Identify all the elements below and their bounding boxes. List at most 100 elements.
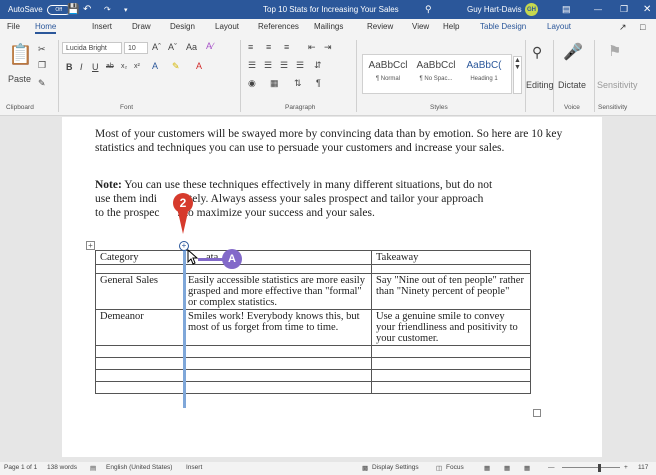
- tab-draw[interactable]: Draw: [132, 22, 151, 31]
- focus-mode[interactable]: Focus: [446, 464, 464, 471]
- minimize-icon[interactable]: —: [594, 0, 602, 19]
- page-count[interactable]: Page 1 of 1: [4, 464, 37, 471]
- header-cell-category[interactable]: Category: [95, 250, 184, 265]
- document-page[interactable]: Most of your customers will be swayed mo…: [62, 117, 602, 457]
- superscript-icon[interactable]: x²: [134, 63, 140, 70]
- editing-button[interactable]: Editing: [526, 80, 554, 90]
- tab-insert[interactable]: Insert: [92, 22, 112, 31]
- tab-review[interactable]: Review: [367, 22, 393, 31]
- style-heading-1[interactable]: AaBbC(Heading 1: [461, 55, 507, 93]
- table-cell[interactable]: Say "Nine out of ten people" rather than…: [371, 273, 531, 310]
- underline-icon[interactable]: U: [92, 62, 99, 72]
- clear-formatting-icon[interactable]: A∕: [206, 41, 214, 51]
- format-painter-icon[interactable]: ✎: [38, 78, 46, 89]
- save-icon[interactable]: 💾: [67, 0, 79, 19]
- styles-scroll[interactable]: ▲ ▼: [513, 56, 522, 94]
- zoom-out-icon[interactable]: —: [548, 464, 555, 471]
- tab-file[interactable]: File: [7, 22, 20, 31]
- show-formatting-icon[interactable]: ¶: [316, 78, 321, 88]
- maximize-icon[interactable]: ❐: [620, 0, 628, 19]
- search-icon[interactable]: ⚲: [425, 0, 432, 19]
- text-effects-icon[interactable]: A: [152, 61, 158, 71]
- header-cell-takeaway[interactable]: Takeaway: [371, 250, 531, 265]
- tab-design[interactable]: Design: [170, 22, 195, 31]
- paste-icon[interactable]: 📋: [8, 42, 33, 67]
- zoom-slider[interactable]: [562, 467, 620, 468]
- table-cell[interactable]: Smiles work! Everybody knows this, but m…: [183, 309, 372, 346]
- web-layout-icon[interactable]: ▦: [524, 464, 530, 472]
- align-right-icon[interactable]: ☰: [280, 60, 288, 71]
- sort-icon[interactable]: ⇅: [294, 78, 302, 89]
- microphone-icon[interactable]: 🎤: [563, 42, 583, 62]
- dictate-button[interactable]: Dictate: [558, 80, 586, 90]
- focus-icon[interactable]: ◫: [436, 464, 442, 472]
- tab-mailings[interactable]: Mailings: [314, 22, 343, 31]
- table-cell[interactable]: Demeanor: [95, 309, 184, 346]
- font-color-icon[interactable]: A: [196, 61, 202, 71]
- borders-icon[interactable]: ▦: [270, 78, 279, 89]
- highlight-color-icon[interactable]: ✎: [172, 61, 180, 72]
- avatar[interactable]: GH: [525, 3, 538, 16]
- zoom-level[interactable]: 117: [638, 464, 648, 471]
- autosave-toggle[interactable]: AutoSave Off: [8, 0, 71, 19]
- table-cell[interactable]: General Sales: [95, 273, 184, 310]
- tab-layout[interactable]: Layout: [215, 22, 239, 31]
- table-cell[interactable]: Use a genuine smile to convey your frien…: [371, 309, 531, 346]
- ribbon-display-icon[interactable]: ▤: [562, 0, 571, 19]
- proofing-icon[interactable]: ▤: [90, 464, 96, 472]
- close-icon[interactable]: ✕: [643, 0, 651, 19]
- comments-icon[interactable]: □: [640, 22, 645, 32]
- decrease-indent-icon[interactable]: ⇤: [308, 42, 316, 53]
- align-left-icon[interactable]: ☰: [248, 60, 256, 71]
- display-settings-icon[interactable]: ▩: [362, 464, 368, 472]
- table-move-handle[interactable]: +: [86, 241, 95, 250]
- find-icon[interactable]: ⚲: [532, 44, 542, 61]
- italic-icon[interactable]: I: [80, 62, 83, 72]
- font-size-select[interactable]: 10: [124, 42, 148, 54]
- sensitivity-button[interactable]: Sensitivity: [597, 80, 638, 90]
- grow-font-icon[interactable]: Aˆ: [152, 42, 161, 52]
- style-no-spacing[interactable]: AaBbCcl ¶ No Spac...: [413, 55, 459, 93]
- customize-toolbar-icon[interactable]: ▾: [124, 0, 128, 19]
- zoom-slider-thumb[interactable]: [598, 464, 601, 472]
- sensitivity-icon[interactable]: ⚑: [608, 42, 621, 60]
- tab-view[interactable]: View: [412, 22, 429, 31]
- tab-table-design[interactable]: Table Design: [480, 22, 526, 31]
- tab-table-layout[interactable]: Layout: [547, 22, 571, 31]
- zoom-in-icon[interactable]: +: [624, 464, 628, 471]
- strikethrough-icon[interactable]: ab: [106, 63, 114, 70]
- undo-icon[interactable]: ↶: [83, 0, 91, 19]
- align-center-icon[interactable]: ☰: [264, 60, 272, 71]
- note-paragraph[interactable]: Note: You can use these techniques effec…: [95, 178, 565, 220]
- font-name-select[interactable]: Lucida Bright: [62, 42, 122, 54]
- redo-icon[interactable]: ↷: [104, 0, 111, 19]
- word-count[interactable]: 138 words: [47, 464, 77, 471]
- style-normal[interactable]: AaBbCcl ¶ Normal: [365, 55, 411, 93]
- bullets-icon[interactable]: ≡: [248, 42, 253, 52]
- shrink-font-icon[interactable]: Aˇ: [168, 42, 177, 52]
- user-name[interactable]: Guy Hart-Davis: [467, 0, 522, 19]
- table-resize-handle[interactable]: [533, 409, 541, 417]
- copy-icon[interactable]: ❐: [38, 60, 46, 71]
- tab-home[interactable]: Home: [35, 22, 57, 34]
- numbering-icon[interactable]: ≡: [266, 42, 271, 52]
- read-mode-icon[interactable]: ▦: [484, 464, 490, 472]
- bold-icon[interactable]: B: [66, 62, 73, 72]
- paste-button[interactable]: Paste: [8, 74, 31, 84]
- display-settings[interactable]: Display Settings: [372, 464, 419, 471]
- tab-help[interactable]: Help: [443, 22, 459, 31]
- justify-icon[interactable]: ☰: [296, 60, 304, 71]
- multilevel-list-icon[interactable]: ≡: [284, 42, 289, 52]
- table-cell[interactable]: Easily accessible statistics are more ea…: [183, 273, 372, 310]
- cut-icon[interactable]: ✂: [38, 44, 46, 55]
- intro-paragraph[interactable]: Most of your customers will be swayed mo…: [95, 127, 565, 155]
- subscript-icon[interactable]: x₂: [121, 63, 127, 70]
- print-layout-icon[interactable]: ▦: [504, 464, 510, 472]
- shading-icon[interactable]: ◉: [248, 78, 256, 89]
- language[interactable]: English (United States): [106, 464, 172, 471]
- share-icon[interactable]: ↗: [619, 22, 627, 33]
- document-title[interactable]: Top 10 Stats for Increasing Your Sales: [263, 0, 399, 19]
- line-spacing-icon[interactable]: ⇵: [314, 60, 322, 71]
- tab-references[interactable]: References: [258, 22, 299, 31]
- change-case-icon[interactable]: Aa: [186, 42, 197, 52]
